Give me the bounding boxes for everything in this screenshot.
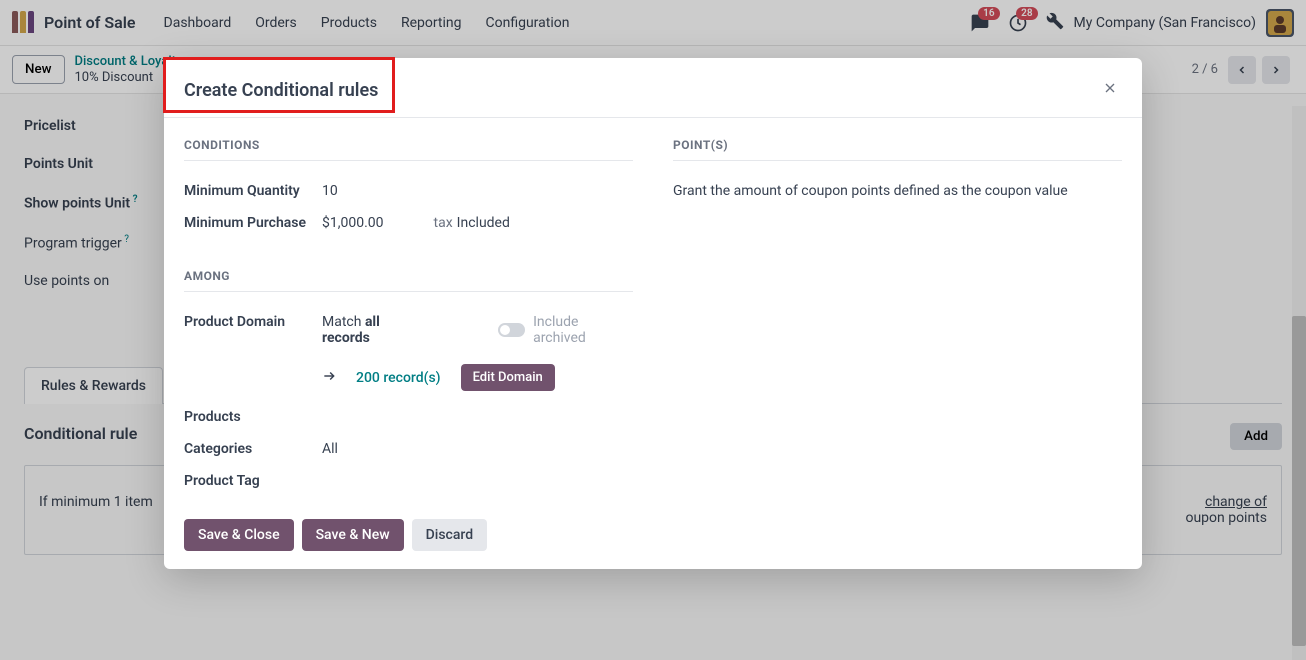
modal-title: Create Conditional rules	[184, 80, 378, 101]
tax-label: tax	[434, 215, 453, 231]
include-archived-label: Include archived	[533, 314, 633, 346]
discard-button[interactable]: Discard	[412, 519, 487, 551]
modal-overlay: Create Conditional rules CONDITIONS Mini…	[0, 0, 1306, 660]
conditions-heading: CONDITIONS	[184, 138, 633, 161]
modal-dialog: Create Conditional rules CONDITIONS Mini…	[164, 58, 1142, 569]
product-domain-label: Product Domain	[184, 314, 322, 330]
include-archived-toggle[interactable]	[498, 323, 526, 337]
categories-label: Categories	[184, 441, 322, 457]
records-link[interactable]: 200 record(s)	[356, 370, 441, 386]
edit-domain-button[interactable]: Edit Domain	[461, 364, 555, 391]
close-button[interactable]	[1098, 76, 1122, 105]
min-purchase-label: Minimum Purchase	[184, 215, 322, 231]
min-qty-value[interactable]: 10	[322, 183, 338, 199]
tax-value[interactable]: Included	[457, 215, 510, 231]
product-tag-label: Product Tag	[184, 473, 322, 489]
save-new-button[interactable]: Save & New	[302, 519, 404, 551]
arrow-right-icon	[322, 369, 336, 387]
save-close-button[interactable]: Save & Close	[184, 519, 294, 551]
min-purchase-value[interactable]: $1,000.00	[322, 215, 384, 231]
match-text: Match all records	[322, 314, 430, 346]
products-label: Products	[184, 409, 322, 425]
min-qty-label: Minimum Quantity	[184, 183, 322, 199]
points-heading: POINT(S)	[673, 138, 1122, 161]
among-heading: AMONG	[184, 269, 633, 292]
categories-value[interactable]: All	[322, 441, 338, 457]
points-description: Grant the amount of coupon points define…	[673, 175, 1122, 199]
